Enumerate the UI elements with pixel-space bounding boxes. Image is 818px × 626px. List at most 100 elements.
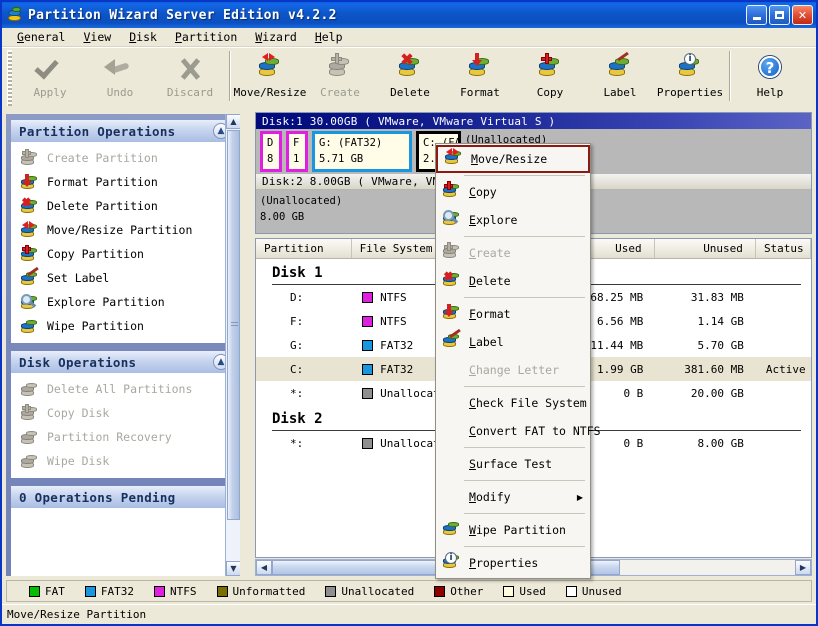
- scroll-up-icon[interactable]: ▲: [226, 114, 240, 129]
- context-menu-item-properties[interactable]: i Properties: [436, 549, 590, 577]
- toolbar-button-label: Help: [756, 86, 784, 99]
- legend-color-swatch: [216, 585, 228, 597]
- menu-disk[interactable]: Disk: [120, 28, 166, 46]
- column-header-partition[interactable]: Partition: [256, 239, 352, 258]
- context-menu-item-create: Create: [436, 239, 590, 267]
- toolbar-button-label: Format: [460, 86, 500, 99]
- block-label-primary: F: [293, 137, 300, 149]
- menu-general[interactable]: General: [8, 28, 74, 46]
- move-resize-icon: [253, 53, 287, 83]
- file-system-color-swatch: [362, 437, 374, 449]
- panel-header-partition-operations[interactable]: Partition Operations ▲: [11, 120, 235, 142]
- window-controls: ✕: [746, 5, 813, 25]
- toolbar-button-label: Properties: [656, 86, 724, 99]
- sidebar-item-partition-recovery: Partition Recovery: [11, 425, 235, 449]
- file-system-label: NTFS: [380, 314, 407, 328]
- wipe-icon: [442, 520, 464, 540]
- disk-map-block[interactable]: F1: [286, 131, 308, 172]
- sidebar-item-label: Delete Partition: [47, 199, 158, 213]
- context-menu-item-format[interactable]: Format: [436, 300, 590, 328]
- menu-help[interactable]: Help: [306, 28, 352, 46]
- toolbar-delete-button[interactable]: Delete: [375, 48, 445, 106]
- file-system-color-swatch: [362, 363, 374, 375]
- context-menu-separator: [464, 236, 585, 237]
- toolbar-format-button[interactable]: Format: [445, 48, 515, 106]
- context-menu-item-explore[interactable]: Explore: [436, 206, 590, 234]
- sidebar-item-explore-partition[interactable]: Explore Partition: [11, 290, 235, 314]
- cell-unused: 381.60 MB: [684, 362, 744, 376]
- context-menu-item-check-file-system[interactable]: Check File System: [436, 389, 590, 417]
- sidebar-item-format-partition[interactable]: Format Partition: [11, 170, 235, 194]
- explore-icon: [442, 210, 464, 230]
- context-menu-item-label: Create: [469, 246, 511, 260]
- context-menu-item-modify[interactable]: Modify ▶: [436, 483, 590, 511]
- legend-color-swatch: [503, 585, 515, 597]
- legend-label: Unused: [581, 584, 622, 598]
- toolbar-move-resize-button[interactable]: Move/Resize: [233, 48, 307, 106]
- context-menu-item-label: Wipe Partition: [469, 523, 566, 537]
- context-menu-item-wipe-partition[interactable]: Wipe Partition: [436, 516, 590, 544]
- context-menu-separator: [464, 297, 585, 298]
- copy-icon: [533, 53, 567, 83]
- legend-item-fat32: FAT32: [84, 585, 134, 598]
- toolbar: Apply Undo Discard Move/Resize Create Delete…: [2, 47, 816, 110]
- minimize-button[interactable]: [746, 5, 767, 25]
- close-icon: ✕: [797, 8, 808, 22]
- toolbar-apply-button: Apply: [15, 48, 85, 106]
- panel-disk-operations: Disk Operations ▲ Delete All Partitions C…: [11, 351, 235, 478]
- context-menu-item-label[interactable]: Label: [436, 328, 590, 356]
- sidebar-item-set-label[interactable]: Set Label: [11, 266, 235, 290]
- scroll-left-icon[interactable]: ◀: [256, 560, 272, 575]
- file-system-color-swatch: [362, 387, 374, 399]
- legend-color-swatch: [154, 585, 165, 597]
- menu-wizard[interactable]: Wizard: [246, 28, 306, 46]
- scroll-down-icon[interactable]: ▼: [226, 561, 240, 576]
- sidebar-scroll-thumb[interactable]: [227, 130, 240, 520]
- partition-operations-list: Create Partition Format Partition Delete P…: [11, 142, 235, 343]
- scroll-right-icon[interactable]: ▶: [795, 560, 811, 575]
- toolbar-button-label: Move/Resize: [233, 86, 307, 99]
- cell-unused: 20.00 GB: [690, 386, 744, 400]
- sidebar-item-label: Copy Partition: [47, 247, 144, 261]
- menu-partition[interactable]: Partition: [166, 28, 246, 46]
- menu-view[interactable]: View: [74, 28, 120, 46]
- toolbar-help-button[interactable]: ? Help: [735, 48, 805, 106]
- partition-recovery-icon: [20, 429, 40, 446]
- cell-unused: 8.00 GB: [697, 436, 744, 450]
- toolbar-label-button[interactable]: Label: [585, 48, 655, 106]
- sidebar-item-wipe-partition[interactable]: Wipe Partition: [11, 314, 235, 338]
- context-menu-item-delete[interactable]: Delete: [436, 267, 590, 295]
- column-header-unused[interactable]: Unused: [655, 239, 756, 258]
- close-button[interactable]: ✕: [792, 5, 813, 25]
- toolbar-properties-button[interactable]: i Properties: [655, 48, 725, 106]
- create-icon: [20, 148, 40, 167]
- context-menu-item-copy[interactable]: Copy: [436, 178, 590, 206]
- block-label-primary: G: (FAT32): [319, 137, 383, 149]
- context-menu-item-convert-fat-to-ntfs[interactable]: Convert FAT to NTFS: [436, 417, 601, 445]
- label-icon: [442, 328, 464, 352]
- sidebar-item-delete-partition[interactable]: Delete Partition: [11, 194, 235, 218]
- toolbar-copy-button[interactable]: Copy: [515, 48, 585, 106]
- properties-icon: i: [442, 552, 464, 573]
- disk-map-block[interactable]: D8: [260, 131, 282, 172]
- context-menu-item-move-resize[interactable]: Move/Resize: [436, 145, 590, 173]
- status-text: Move/Resize Partition: [7, 608, 147, 621]
- delete-icon: [20, 197, 40, 215]
- cell-partition: *:: [290, 436, 304, 450]
- legend-label: NTFS: [170, 584, 197, 598]
- disk-header[interactable]: Disk:1 30.00GB ( VMware, VMware Virtual …: [256, 113, 811, 129]
- toolbar-grip[interactable]: [7, 50, 12, 106]
- sidebar-item-move-resize-partition[interactable]: Move/Resize Partition: [11, 218, 235, 242]
- context-menu-item-surface-test[interactable]: Surface Test: [436, 450, 590, 478]
- column-header-status[interactable]: Status: [756, 239, 811, 258]
- disk-map-block[interactable]: G: (FAT32) 5.71 GB: [312, 131, 412, 172]
- sidebar-scrollbar[interactable]: ▲ ▼: [225, 114, 240, 576]
- panel-header-disk-operations[interactable]: Disk Operations ▲: [11, 351, 235, 373]
- undo-arrow-icon: [103, 53, 137, 83]
- toolbar-button-label: Create: [320, 86, 360, 99]
- legend-label: FAT: [45, 584, 65, 598]
- sidebar-item-copy-partition[interactable]: Copy Partition: [11, 242, 235, 266]
- panel-operations-pending: 0 Operations Pending: [11, 486, 235, 576]
- title-bar: Partition Wizard Server Edition v4.2.2 ✕: [2, 2, 816, 28]
- maximize-button[interactable]: [769, 5, 790, 25]
